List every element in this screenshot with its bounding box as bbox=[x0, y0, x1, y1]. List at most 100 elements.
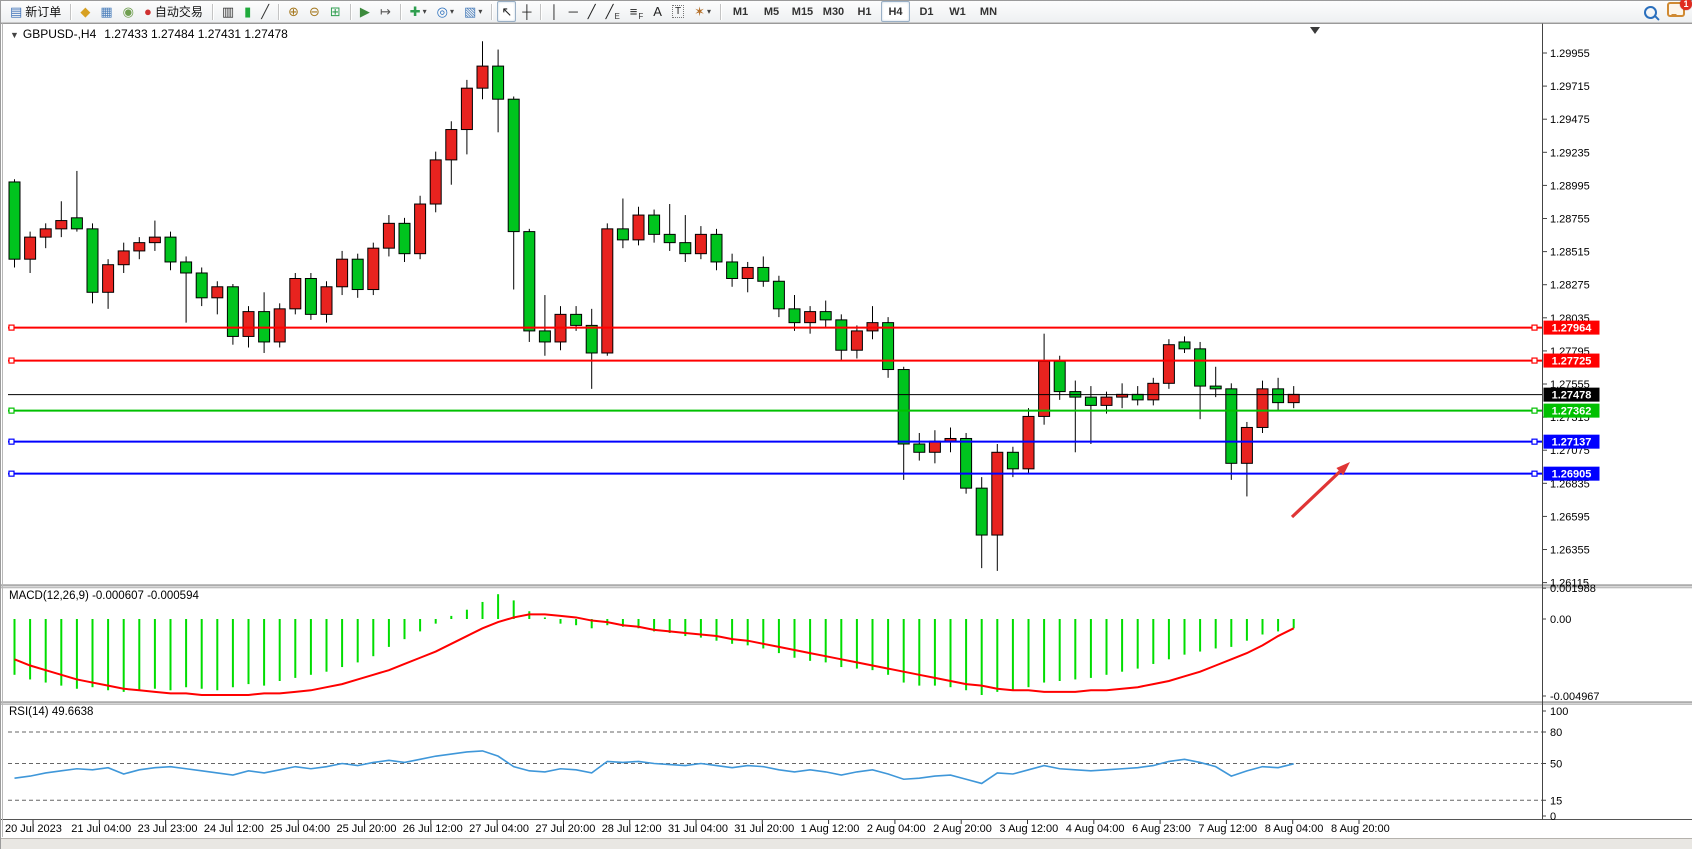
text-label-icon: T bbox=[672, 5, 684, 18]
signal-button[interactable]: ◉ bbox=[119, 1, 138, 22]
fibonacci-icon: ≡ bbox=[630, 5, 638, 18]
cursor-button[interactable]: ↖ bbox=[497, 1, 516, 22]
market-watch-button[interactable]: ◆ bbox=[76, 1, 94, 22]
zoom-out-icon: ⊖ bbox=[309, 5, 320, 18]
timeframe-m5-button[interactable]: M5 bbox=[757, 1, 786, 22]
timeframe-h4-button[interactable]: H4 bbox=[881, 1, 910, 22]
svg-text:20 Jul 2023: 20 Jul 2023 bbox=[5, 823, 62, 835]
time-axis[interactable]: 20 Jul 202321 Jul 04:0023 Jul 23:0024 Ju… bbox=[5, 820, 1390, 835]
arrows-button[interactable]: ✶▾ bbox=[690, 1, 715, 22]
svg-text:27 Jul 20:00: 27 Jul 20:00 bbox=[535, 823, 595, 835]
timeframe-h1-button[interactable]: H1 bbox=[850, 1, 879, 22]
timeframe-d1-button[interactable]: D1 bbox=[912, 1, 941, 22]
new-order-button-label: 新订单 bbox=[25, 3, 61, 20]
auto-scroll-icon: ▶ bbox=[360, 5, 370, 18]
svg-text:1.28515: 1.28515 bbox=[1550, 247, 1590, 259]
price-tag-1.27964: 1.27964 bbox=[1544, 321, 1600, 335]
indicators-icon: ✚ bbox=[410, 5, 421, 18]
auto-scroll-button[interactable]: ▶ bbox=[356, 1, 374, 22]
timeframe-m15-button[interactable]: M15 bbox=[788, 1, 817, 22]
svg-text:28 Jul 12:00: 28 Jul 12:00 bbox=[602, 823, 662, 835]
toolbar-separator bbox=[491, 4, 492, 20]
svg-text:50: 50 bbox=[1550, 759, 1562, 771]
text-label-button[interactable]: T bbox=[668, 1, 688, 22]
svg-text:1.28275: 1.28275 bbox=[1550, 280, 1590, 292]
status-strip bbox=[1, 838, 1692, 849]
horizontal-line-button[interactable]: ─ bbox=[565, 1, 582, 22]
signal-icon: ◉ bbox=[123, 5, 134, 18]
text-icon: A bbox=[653, 5, 662, 18]
crosshair-icon: ┼ bbox=[522, 5, 531, 18]
price-tag-1.27137: 1.27137 bbox=[1544, 435, 1600, 449]
svg-text:3 Aug 12:00: 3 Aug 12:00 bbox=[1000, 823, 1059, 835]
svg-text:0.001988: 0.001988 bbox=[1550, 583, 1596, 595]
timeframe-w1-button[interactable]: W1 bbox=[943, 1, 972, 22]
svg-text:-0.004967: -0.004967 bbox=[1550, 691, 1600, 703]
tile-windows-button[interactable]: ⊞ bbox=[326, 1, 345, 22]
fibonacci-button[interactable]: ≡F bbox=[626, 1, 647, 22]
macd-indicator-label: MACD(12,26,9) -0.000607 -0.000594 bbox=[9, 590, 199, 602]
trendline-button[interactable]: ╱ bbox=[584, 1, 600, 22]
tile-windows-icon: ⊞ bbox=[330, 5, 341, 18]
indicators-button[interactable]: ✚▾ bbox=[406, 1, 431, 22]
bar-chart-type-icon: ▥ bbox=[222, 5, 234, 18]
svg-text:1.28995: 1.28995 bbox=[1550, 180, 1590, 192]
line-chart-type-button[interactable]: ╱ bbox=[257, 1, 273, 22]
collapse-chart-icon[interactable]: ▼ bbox=[10, 30, 19, 40]
svg-text:31 Jul 04:00: 31 Jul 04:00 bbox=[668, 823, 728, 835]
svg-text:1.26905: 1.26905 bbox=[1552, 469, 1592, 481]
candle-chart-type-button[interactable]: ▮ bbox=[240, 1, 255, 22]
chevron-down-icon: ▾ bbox=[707, 7, 711, 16]
zoom-out-button[interactable]: ⊖ bbox=[305, 1, 324, 22]
svg-text:25 Jul 04:00: 25 Jul 04:00 bbox=[270, 823, 330, 835]
horizontal-line-icon: ─ bbox=[569, 5, 578, 18]
toolbar-buttons: ▤新订单◆▦◉●自动交易▥▮╱⊕⊖⊞▶↦✚▾◎▾▧▾↖┼│─╱╱E≡FAT✶▾M… bbox=[5, 1, 1004, 23]
svg-text:2 Aug 04:00: 2 Aug 04:00 bbox=[867, 823, 926, 835]
zoom-in-button[interactable]: ⊕ bbox=[284, 1, 303, 22]
auto-trading-button[interactable]: ●自动交易 bbox=[140, 1, 207, 22]
toolbar: ▤新订单◆▦◉●自动交易▥▮╱⊕⊖⊞▶↦✚▾◎▾▧▾↖┼│─╱╱E≡FAT✶▾M… bbox=[1, 1, 1692, 23]
toolbar-separator bbox=[70, 4, 71, 20]
svg-text:15: 15 bbox=[1550, 795, 1562, 807]
chart-shift-button[interactable]: ↦ bbox=[376, 1, 395, 22]
period-button[interactable]: ◎▾ bbox=[433, 1, 458, 22]
chart-shift-icon: ↦ bbox=[380, 5, 391, 18]
timeframe-mn-button[interactable]: MN bbox=[974, 1, 1003, 22]
svg-text:26 Jul 12:00: 26 Jul 12:00 bbox=[403, 823, 463, 835]
svg-text:80: 80 bbox=[1550, 727, 1562, 739]
svg-text:1.27964: 1.27964 bbox=[1552, 323, 1593, 335]
data-window-button[interactable]: ▦ bbox=[96, 1, 116, 22]
channel-button[interactable]: ╱E bbox=[602, 1, 624, 22]
vertical-line-button[interactable]: │ bbox=[546, 1, 562, 22]
toolbar-separator bbox=[400, 4, 401, 20]
chart-ohlc-values: 1.27433 1.27484 1.27431 1.27478 bbox=[104, 27, 288, 41]
text-button[interactable]: A bbox=[649, 1, 666, 22]
timeframe-m1-button[interactable]: M1 bbox=[726, 1, 755, 22]
rsi-indicator-label: RSI(14) 49.6638 bbox=[9, 706, 93, 718]
template-button[interactable]: ▧▾ bbox=[460, 1, 486, 22]
svg-text:7 Aug 12:00: 7 Aug 12:00 bbox=[1198, 823, 1257, 835]
chart-symbol-timeframe: GBPUSD-,H4 bbox=[23, 27, 96, 41]
svg-text:1.26595: 1.26595 bbox=[1550, 511, 1590, 523]
terminal-window: ▤新订单◆▦◉●自动交易▥▮╱⊕⊖⊞▶↦✚▾◎▾▧▾↖┼│─╱╱E≡FAT✶▾M… bbox=[0, 0, 1692, 849]
svg-text:25 Jul 20:00: 25 Jul 20:00 bbox=[337, 823, 397, 835]
bar-chart-type-button[interactable]: ▥ bbox=[218, 1, 238, 22]
chart-canvas[interactable]: 1.299551.297151.294751.292351.289951.287… bbox=[1, 1, 1692, 849]
toolbar-right: 1 bbox=[1644, 1, 1685, 23]
svg-text:24 Jul 12:00: 24 Jul 12:00 bbox=[204, 823, 264, 835]
svg-text:1.29235: 1.29235 bbox=[1550, 147, 1590, 159]
candle-chart-type-icon: ▮ bbox=[244, 5, 251, 18]
new-order-icon: ▤ bbox=[10, 5, 22, 18]
svg-text:1.27362: 1.27362 bbox=[1552, 406, 1592, 418]
chart-title: ▼ GBPUSD-,H4 1.27433 1.27484 1.27431 1.274… bbox=[10, 27, 288, 41]
notifications-button[interactable]: 1 bbox=[1667, 2, 1685, 22]
crosshair-button[interactable]: ┼ bbox=[518, 1, 535, 22]
new-order-button[interactable]: ▤新订单 bbox=[6, 1, 65, 22]
market-watch-icon: ◆ bbox=[80, 5, 90, 18]
svg-text:27 Jul 04:00: 27 Jul 04:00 bbox=[469, 823, 529, 835]
auto-trading-button-label: 自动交易 bbox=[155, 3, 203, 20]
timeframe-m30-button[interactable]: M30 bbox=[819, 1, 848, 22]
notification-badge: 1 bbox=[1680, 0, 1692, 10]
period-icon: ◎ bbox=[437, 5, 448, 18]
search-icon[interactable] bbox=[1644, 6, 1657, 19]
